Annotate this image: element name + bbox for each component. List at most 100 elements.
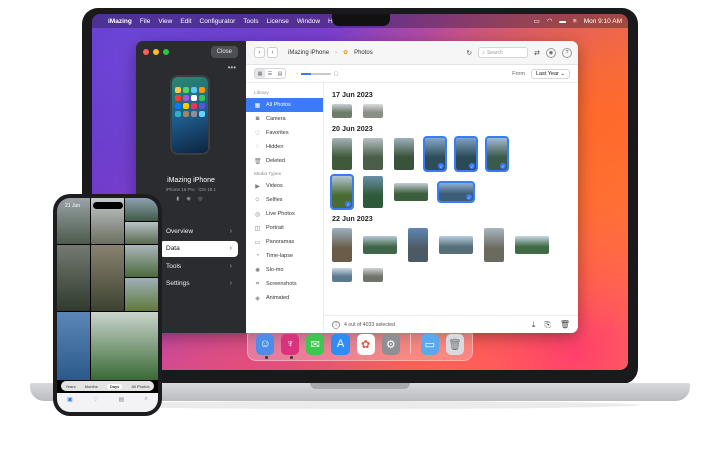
system-settings-icon[interactable]: ⚙ xyxy=(381,333,400,355)
trash-icon[interactable]: 🗑 xyxy=(445,333,464,355)
menu-item-file[interactable]: File xyxy=(140,18,150,25)
sidebar-item-screenshots[interactable]: ⌗ Screenshots xyxy=(246,277,323,291)
menu-item-license[interactable]: License xyxy=(266,18,288,25)
content-body: Library ▦ All Photos ◙ Camera ♡ Favorites ◌ Hidd… xyxy=(246,83,578,333)
iphone-chip-all-photos[interactable]: All Photos xyxy=(131,384,149,389)
thumbnail-size-slider[interactable]: ▫ ▢ xyxy=(296,71,339,77)
menu-item-edit[interactable]: Edit xyxy=(180,18,191,25)
photo-thumbnail[interactable] xyxy=(332,138,352,170)
breadcrumb-device[interactable]: iMazing iPhone xyxy=(288,50,329,56)
sidebar-item-videos[interactable]: ▶ Videos xyxy=(246,179,323,193)
menu-app-name[interactable]: iMazing xyxy=(108,18,132,25)
help-icon[interactable]: ? xyxy=(562,47,572,58)
photos-app-icon[interactable]: ✿ xyxy=(356,333,375,355)
nav-item-overview[interactable]: Overview › xyxy=(160,223,238,239)
sidebar-item-panoramas[interactable]: ▭ Panoramas xyxy=(246,235,323,249)
photo-thumbnail[interactable] xyxy=(394,138,414,170)
close-button[interactable]: Close xyxy=(210,46,238,58)
sidebar-item-all-photos[interactable]: ▦ All Photos xyxy=(246,98,323,112)
sidebar-item-deleted[interactable]: 🗑 Deleted xyxy=(246,154,323,168)
imazing-icon[interactable]: ♆ xyxy=(281,333,300,359)
iphone-photo[interactable] xyxy=(57,312,90,380)
photo-thumbnail[interactable] xyxy=(485,136,509,172)
zoom-window-icon[interactable] xyxy=(163,49,169,55)
menu-item-window[interactable]: Window xyxy=(297,18,320,25)
nav-item-data[interactable]: Data › xyxy=(160,240,238,257)
iphone-photo[interactable] xyxy=(125,278,158,311)
iphone-photo[interactable] xyxy=(125,222,158,244)
search-field[interactable]: ⌕ Search xyxy=(478,47,529,58)
screen-mirror-icon[interactable]: ▭ xyxy=(534,17,540,25)
search-tab-icon[interactable]: ⌕ xyxy=(145,396,148,403)
battery-icon[interactable]: ▬ xyxy=(559,18,566,25)
sidebar-item-favorites[interactable]: ♡ Favorites xyxy=(246,126,323,140)
messages-icon[interactable]: ✉ xyxy=(306,333,325,355)
iphone-photo[interactable] xyxy=(91,312,158,380)
sidebar-item-animated[interactable]: ◈ Animated xyxy=(246,291,323,305)
refresh-icon[interactable]: ↻ xyxy=(466,49,472,57)
sidebar-item-selfies[interactable]: ☺ Selfies xyxy=(246,193,323,207)
menu-item-tools[interactable]: Tools xyxy=(243,18,258,25)
finder-icon[interactable]: ☺ xyxy=(256,333,275,359)
photo-thumbnail[interactable] xyxy=(363,176,383,208)
iphone-photo[interactable] xyxy=(125,198,158,221)
iphone-chip-months[interactable]: Months xyxy=(85,384,98,389)
copy-to-mac-icon[interactable]: ⎘ xyxy=(544,320,550,330)
sidebar-item-slo-mo[interactable]: ✺ Slo-mo xyxy=(246,263,323,277)
photo-thumbnail[interactable] xyxy=(363,268,383,282)
nav-item-settings[interactable]: Settings › xyxy=(160,276,238,292)
photo-thumbnail[interactable] xyxy=(423,136,447,172)
forward-button[interactable]: › xyxy=(267,47,278,58)
menu-clock[interactable]: Mon 9:10 AM xyxy=(584,18,622,25)
albums-tab-icon[interactable]: ▤ xyxy=(119,396,125,403)
photo-thumbnail[interactable] xyxy=(363,236,397,254)
photo-thumbnail[interactable] xyxy=(437,181,475,203)
sidebar-item-time-lapse[interactable]: ◔ Time-lapse xyxy=(246,249,323,263)
menu-item-configurator[interactable]: Configurator xyxy=(200,18,236,25)
minimize-window-icon[interactable] xyxy=(153,49,159,55)
photo-thumbnail[interactable] xyxy=(363,138,383,170)
wifi-icon[interactable]: ◠ xyxy=(547,17,553,25)
iphone-photo[interactable] xyxy=(125,245,158,277)
photo-thumbnail[interactable] xyxy=(394,183,428,201)
sidebar-item-camera[interactable]: ◙ Camera xyxy=(246,112,323,126)
close-window-icon[interactable] xyxy=(143,49,149,55)
grid-view-icon[interactable]: ▦ xyxy=(255,69,265,78)
photo-thumbnail[interactable] xyxy=(332,104,352,118)
library-tab-icon[interactable]: ▣ xyxy=(67,396,73,403)
column-view-icon[interactable]: ▤ xyxy=(275,69,285,78)
sidebar-item-live-photos[interactable]: ◎ Live Photos xyxy=(246,207,323,221)
for-you-tab-icon[interactable]: ♡ xyxy=(93,396,98,403)
iphone-photo[interactable] xyxy=(91,245,124,311)
export-icon[interactable]: ⤓ xyxy=(532,320,536,330)
photo-thumbnail[interactable] xyxy=(439,236,473,254)
list-view-icon[interactable]: ☰ xyxy=(265,69,275,78)
photo-thumbnail[interactable] xyxy=(454,136,478,172)
control-center-icon[interactable]: ≡ xyxy=(573,18,577,25)
nav-item-tools[interactable]: Tools › xyxy=(160,258,238,274)
menu-item-view[interactable]: View xyxy=(158,18,172,25)
downloads-folder-icon[interactable]: ▭ xyxy=(420,333,439,355)
iphone-chip-years[interactable]: Years xyxy=(66,384,76,389)
transfer-icon[interactable]: ⇄ xyxy=(534,49,540,57)
photo-thumbnail[interactable] xyxy=(484,228,504,262)
photo-thumbnail[interactable] xyxy=(330,174,354,210)
more-options-icon[interactable]: ••• xyxy=(228,63,236,72)
photo-thumbnail[interactable] xyxy=(332,228,352,262)
photo-thumbnail[interactable] xyxy=(408,228,428,262)
photo-thumbnail[interactable] xyxy=(363,104,383,118)
sidebar-item-hidden[interactable]: ◌ Hidden xyxy=(246,140,323,154)
breadcrumb-section[interactable]: Photos xyxy=(354,50,373,56)
photo-thumbnail[interactable] xyxy=(332,268,352,282)
photo-thumbnail[interactable] xyxy=(515,236,549,254)
from-select[interactable]: Last Year ⌄ xyxy=(530,69,570,79)
app-store-icon[interactable]: A xyxy=(331,333,350,355)
delete-icon[interactable]: 🗑 xyxy=(560,320,570,330)
iphone-date-label: 21 Jun xyxy=(65,203,81,209)
account-icon[interactable]: ◉ xyxy=(546,47,556,58)
iphone-photo[interactable] xyxy=(57,245,90,311)
dynamic-island xyxy=(93,202,123,209)
back-button[interactable]: ‹ xyxy=(254,47,265,58)
iphone-chip-days[interactable]: Days xyxy=(106,383,123,389)
sidebar-item-portrait[interactable]: ◫ Portrait xyxy=(246,221,323,235)
